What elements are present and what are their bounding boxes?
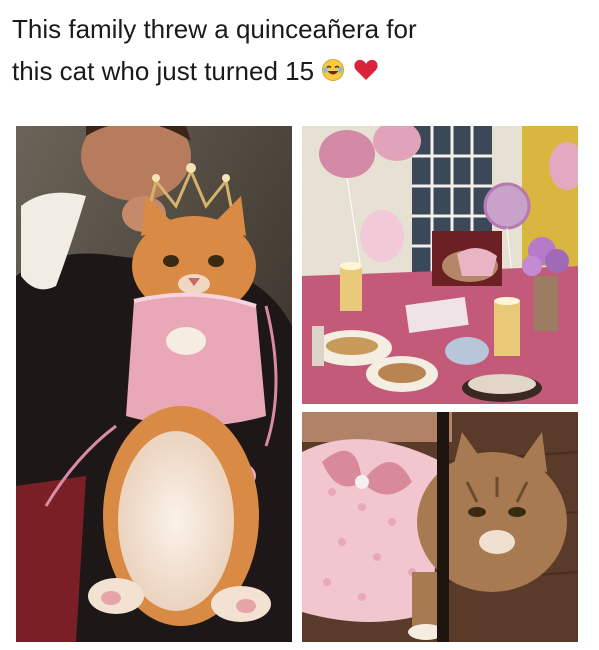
woman-holding-cat-in-tiara-photo xyxy=(16,126,292,642)
party-table-with-balloons-photo xyxy=(302,126,578,404)
caption-line-2-wrap: this cat who just turned 15 xyxy=(12,50,587,94)
cat-in-pink-dress-under-chair-photo xyxy=(302,412,578,642)
caption-line-1: This family threw a quinceañera for xyxy=(12,14,417,44)
caption-line-2: this cat who just turned 15 xyxy=(12,56,315,86)
meme-caption: This family threw a quinceañera for this… xyxy=(12,8,587,94)
crying-laughing-face-icon xyxy=(321,52,345,94)
red-heart-icon xyxy=(353,52,379,94)
